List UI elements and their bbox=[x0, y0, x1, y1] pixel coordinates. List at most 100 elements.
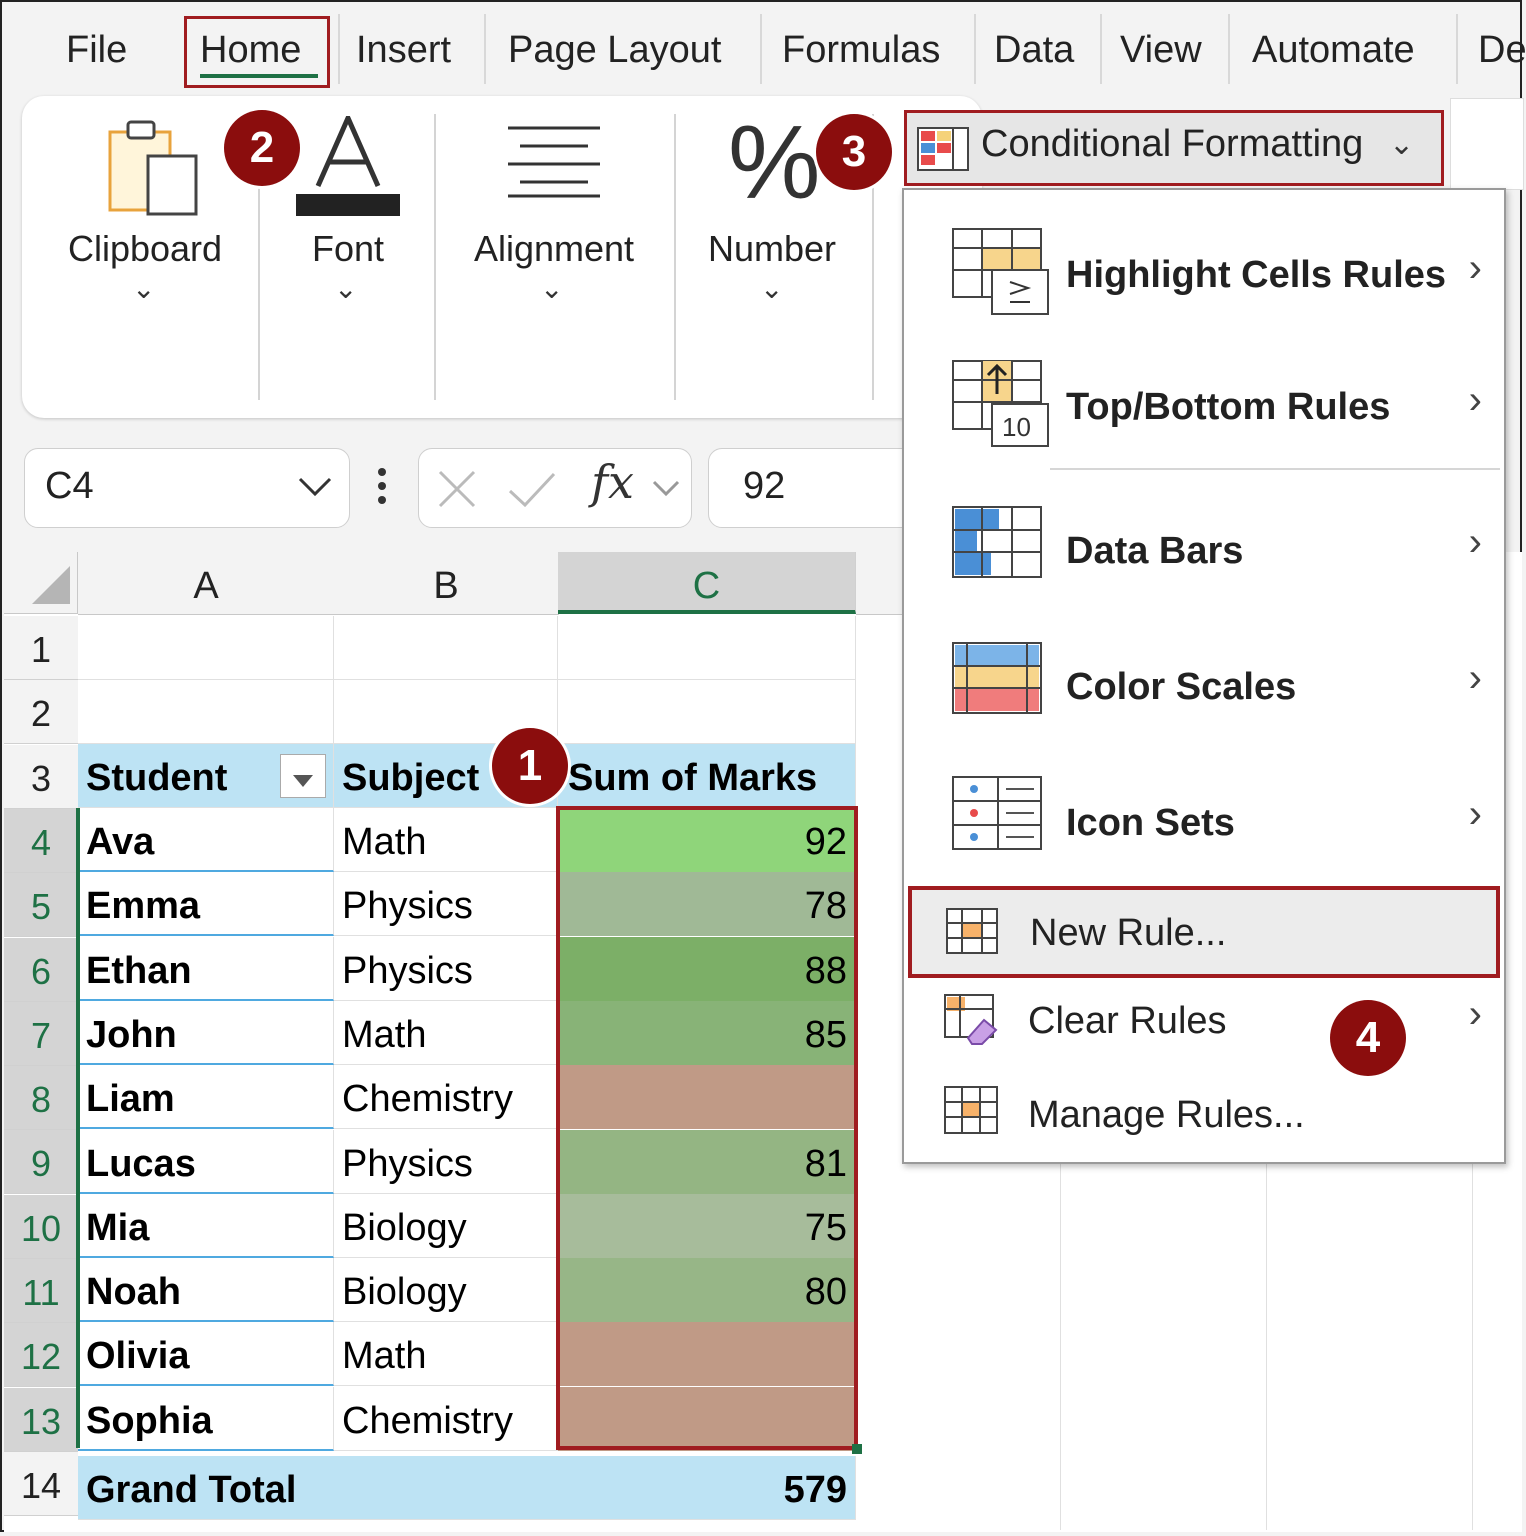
tab-formulas[interactable]: Formulas bbox=[782, 22, 940, 78]
menu-item-data-bars[interactable]: Data Bars › bbox=[904, 490, 1504, 614]
row-header-2[interactable]: 2 bbox=[4, 680, 78, 745]
cell-a2[interactable] bbox=[78, 680, 334, 744]
grand-total-value[interactable]: 579 bbox=[558, 1456, 856, 1520]
fill-handle[interactable] bbox=[852, 1444, 862, 1454]
tab-file[interactable]: File bbox=[66, 22, 127, 78]
row-header-4[interactable]: 4 bbox=[4, 808, 78, 873]
menu-item-label: Data Bars bbox=[1066, 530, 1244, 572]
number-label: Number bbox=[707, 228, 837, 269]
student-cell[interactable]: Liam bbox=[78, 1065, 334, 1130]
svg-text:10: 10 bbox=[1002, 412, 1031, 442]
row-header-12[interactable]: 12 bbox=[4, 1323, 78, 1388]
row-header-8[interactable]: 8 bbox=[4, 1066, 78, 1131]
cell-b1[interactable] bbox=[334, 616, 558, 680]
tab-developer[interactable]: De bbox=[1478, 22, 1526, 78]
subject-cell[interactable]: Chemistry bbox=[334, 1386, 558, 1451]
grand-total-label[interactable]: Grand Total bbox=[78, 1456, 558, 1520]
student-cell[interactable]: Emma bbox=[78, 872, 334, 937]
subject-cell[interactable]: Math bbox=[334, 1322, 558, 1387]
subject-cell[interactable]: Math bbox=[334, 1000, 558, 1065]
insert-function-icon[interactable]: fx bbox=[591, 455, 634, 509]
row-header-10[interactable]: 10 bbox=[4, 1194, 78, 1259]
row-header-11[interactable]: 11 bbox=[4, 1259, 78, 1323]
student-cell[interactable]: Lucas bbox=[78, 1129, 334, 1194]
chevron-right-icon: › bbox=[1468, 792, 1482, 836]
font-label: Font bbox=[311, 228, 385, 269]
column-header-b[interactable]: B bbox=[334, 552, 559, 615]
student-cell[interactable]: Sophia bbox=[78, 1386, 334, 1451]
pivot-header-student[interactable]: Student bbox=[78, 744, 334, 808]
cell-a1[interactable] bbox=[78, 616, 334, 680]
tab-data[interactable]: Data bbox=[994, 22, 1074, 78]
name-box[interactable]: C4 bbox=[24, 448, 350, 528]
row-header-7[interactable]: 7 bbox=[4, 1001, 78, 1066]
subject-cell[interactable]: Physics bbox=[334, 936, 558, 1001]
tab-view[interactable]: View bbox=[1120, 22, 1202, 78]
home-tab-highlight bbox=[184, 16, 330, 88]
row-header-14[interactable]: 14 bbox=[4, 1451, 78, 1516]
formula-controls: fx bbox=[418, 448, 692, 528]
menu-item-icon-sets[interactable]: Icon Sets › bbox=[904, 762, 1504, 886]
menu-item-label: Color Scales bbox=[1066, 666, 1297, 708]
cancel-icon[interactable] bbox=[437, 469, 477, 509]
filter-dropdown-button[interactable] bbox=[280, 754, 326, 798]
select-all-corner[interactable] bbox=[4, 552, 78, 614]
subject-cell[interactable]: Physics bbox=[334, 1129, 558, 1194]
menu-item-clear-rules[interactable]: Clear Rules › bbox=[904, 982, 1504, 1068]
filter-arrow-icon bbox=[293, 775, 313, 787]
tab-automate[interactable]: Automate bbox=[1252, 22, 1415, 78]
enter-check-icon[interactable] bbox=[507, 471, 557, 507]
row-header-5[interactable]: 5 bbox=[4, 873, 78, 938]
menu-item-color-scales[interactable]: Color Scales › bbox=[904, 626, 1504, 750]
selected-range-highlight bbox=[556, 806, 858, 1450]
more-options-icon[interactable] bbox=[374, 466, 390, 506]
menu-item-top-bottom-rules[interactable]: 10 Top/Bottom Rules › bbox=[904, 352, 1504, 472]
chevron-right-icon: › bbox=[1468, 992, 1482, 1036]
menu-item-label: Clear Rules bbox=[1028, 1000, 1227, 1042]
icon-sets-icon bbox=[952, 776, 1042, 850]
cell-c2[interactable] bbox=[558, 680, 856, 744]
conditional-formatting-button[interactable]: Conditional Formatting ⌄ bbox=[904, 110, 1444, 186]
subject-cell[interactable]: Biology bbox=[334, 1193, 558, 1258]
subject-cell[interactable]: Biology bbox=[334, 1258, 558, 1323]
row-header-3[interactable]: 3 bbox=[4, 744, 78, 809]
header-student-label: Student bbox=[86, 757, 228, 799]
chevron-down-icon: ⌄ bbox=[760, 273, 784, 304]
tab-page-layout[interactable]: Page Layout bbox=[508, 22, 721, 78]
color-scales-icon bbox=[952, 642, 1042, 714]
new-rule-icon bbox=[946, 908, 998, 954]
student-cell[interactable]: Mia bbox=[78, 1193, 334, 1258]
select-all-icon bbox=[32, 566, 70, 604]
menu-item-new-rule[interactable]: New Rule... bbox=[908, 886, 1500, 978]
menu-item-highlight-cells-rules[interactable]: Highlight Cells Rules › bbox=[904, 216, 1504, 344]
row-header-13[interactable]: 13 bbox=[4, 1387, 78, 1452]
row-header-9[interactable]: 9 bbox=[4, 1130, 78, 1195]
tab-separator bbox=[1100, 14, 1102, 84]
alignment-label: Alignment bbox=[473, 228, 635, 269]
step-badge-3: 3 bbox=[816, 114, 892, 190]
formula-value: 92 bbox=[743, 465, 786, 507]
tab-insert[interactable]: Insert bbox=[356, 22, 451, 78]
menu-item-manage-rules[interactable]: Manage Rules... bbox=[904, 1074, 1504, 1154]
student-cell[interactable]: Ethan bbox=[78, 936, 334, 1001]
row-header-6[interactable]: 6 bbox=[4, 937, 78, 1002]
chevron-right-icon: › bbox=[1468, 520, 1482, 564]
column-header-c[interactable]: C bbox=[558, 552, 856, 614]
row-header-1[interactable]: 1 bbox=[4, 616, 78, 680]
student-cell[interactable]: John bbox=[78, 1000, 334, 1065]
student-cell[interactable]: Noah bbox=[78, 1258, 334, 1323]
student-cell[interactable]: Ava bbox=[78, 808, 334, 872]
row-selection-indicator bbox=[76, 808, 80, 1448]
clear-rules-icon bbox=[944, 994, 998, 1045]
cell-c1[interactable] bbox=[558, 616, 856, 680]
subject-cell[interactable]: Math bbox=[334, 808, 558, 872]
column-header-a[interactable]: A bbox=[78, 552, 335, 615]
ribbon-overflow-area bbox=[1450, 98, 1524, 190]
student-cell[interactable]: Olivia bbox=[78, 1322, 334, 1387]
subject-cell[interactable]: Physics bbox=[334, 872, 558, 937]
pivot-header-sum-of-marks[interactable]: Sum of Marks bbox=[558, 744, 856, 808]
subject-cell[interactable]: Chemistry bbox=[334, 1065, 558, 1130]
step-badge-2: 2 bbox=[224, 110, 300, 186]
chevron-down-icon: ⌄ bbox=[334, 273, 358, 304]
column-header-d[interactable] bbox=[856, 552, 903, 615]
